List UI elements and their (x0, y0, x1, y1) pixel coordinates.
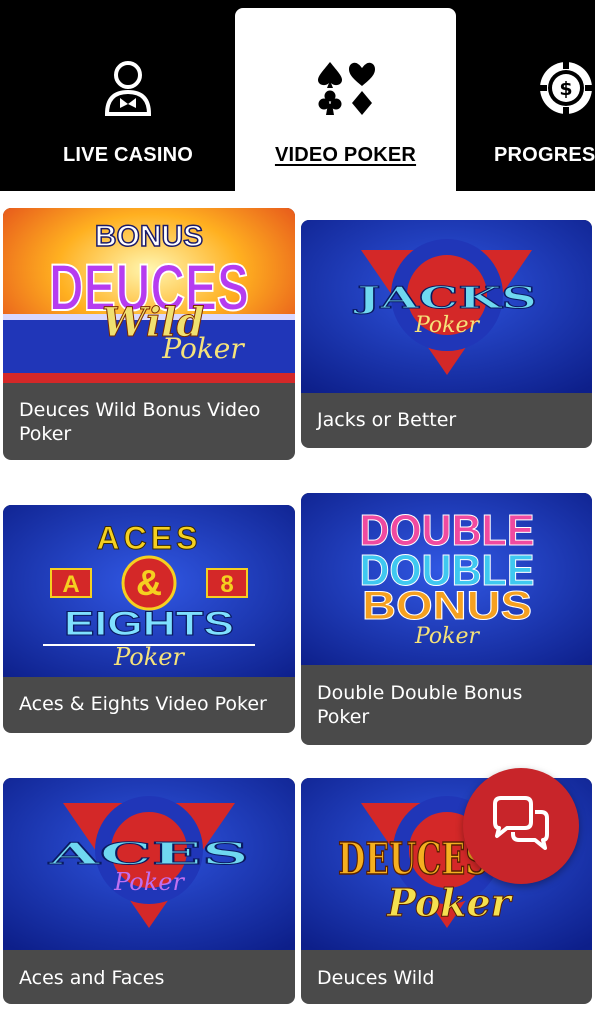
tab-progressive[interactable]: $ PROGRES (476, 8, 595, 191)
svg-text:$: $ (559, 78, 572, 100)
game-card-aces-eights[interactable]: ACES A & 8 EIGHTS Poker Aces & Eights Vi… (3, 505, 295, 733)
poker-chip-icon: $ (476, 56, 595, 120)
game-card-aces-and-faces[interactable]: ACES Poker Aces and Faces (3, 778, 295, 1004)
game-name: Jacks or Better (317, 409, 457, 431)
art-text: & (136, 562, 162, 603)
game-card-deuces-wild-bonus[interactable]: BONUS DEUCES Wild Poker Deuces Wild Bonu… (3, 208, 295, 460)
tab-label: VIDEO POKER (274, 144, 417, 166)
game-name: Deuces Wild (317, 967, 435, 989)
dealer-icon (18, 56, 238, 120)
art-text: ACES (97, 520, 202, 556)
category-bar: LIVE CASINO VIDEO POKER $ PROGRES (0, 0, 595, 191)
game-name: Aces & Eights Video Poker (19, 693, 267, 715)
tab-live-casino[interactable]: LIVE CASINO (18, 8, 238, 191)
art-text: BONUS (95, 220, 203, 253)
tab-label: LIVE CASINO (63, 144, 193, 166)
art-text: Poker (386, 880, 513, 925)
game-card-double-double-bonus[interactable]: DOUBLE DOUBLE BONUS Poker Double Double … (301, 493, 592, 745)
live-chat-button[interactable] (463, 768, 579, 884)
art-text: ACES (47, 837, 249, 872)
game-thumbnail: ACES Poker (3, 778, 295, 950)
game-thumbnail: DOUBLE DOUBLE BONUS Poker (301, 493, 592, 665)
tab-video-poker[interactable]: VIDEO POKER (235, 8, 456, 191)
card-suits-icon (235, 56, 456, 120)
art-text: Poker (414, 624, 481, 649)
art-text: JACKS (352, 281, 537, 316)
game-name: Double Double Bonus Poker (317, 682, 523, 728)
art-text: Poker (113, 868, 185, 896)
art-text: Poker (161, 332, 245, 365)
art-text: A (62, 571, 79, 598)
game-name: Aces and Faces (19, 967, 165, 989)
game-thumbnail: BONUS DEUCES Wild Poker (3, 208, 295, 383)
game-card-jacks-or-better[interactable]: JACKS Poker Jacks or Better (301, 220, 592, 448)
game-name: Deuces Wild Bonus Video Poker (19, 399, 261, 445)
game-thumbnail: ACES A & 8 EIGHTS Poker (3, 505, 295, 677)
art-text: EIGHTS (64, 605, 234, 643)
game-thumbnail: JACKS Poker (301, 220, 592, 393)
art-text: BONUS (362, 584, 532, 628)
art-text: 8 (220, 571, 233, 598)
tab-label: PROGRES (494, 144, 595, 166)
art-text: Poker (414, 313, 481, 338)
art-text: Poker (113, 643, 185, 671)
chat-bubbles-icon (489, 795, 553, 857)
